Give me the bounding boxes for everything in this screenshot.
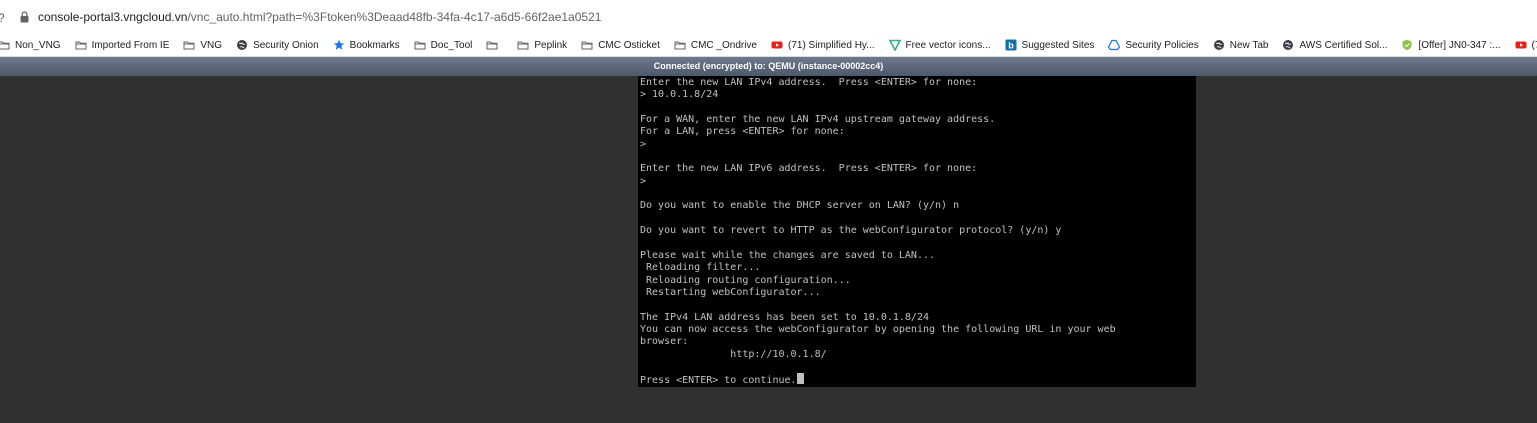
globe-icon: [1282, 39, 1294, 51]
console-line: browser:: [640, 336, 689, 348]
bookmark-label: (71) Simplified Hy...: [788, 39, 875, 51]
url-path: /vnc_auto.html?path=%3Ftoken%3Deaad48fb-…: [187, 10, 602, 24]
bing-icon: b: [1005, 39, 1017, 51]
bookmarks-bar: Non_VNG Imported From IE VNG Security Onion…: [0, 34, 1537, 57]
console-line: Reloading routing configuration...: [640, 274, 851, 286]
bookmark-label: Imported From IE: [91, 39, 170, 51]
bookmark-doc-tool[interactable]: Doc_Tool: [414, 39, 473, 51]
bookmark-label: AWS Certified Sol...: [1299, 39, 1388, 51]
bookmark-label: CMC Osticket: [598, 39, 660, 51]
console-line: >: [640, 138, 647, 150]
folder-icon: [486, 39, 498, 51]
shield-icon: [1401, 39, 1413, 51]
bookmark-security-onion[interactable]: Security Onion: [236, 39, 319, 51]
folder-icon: [581, 39, 593, 51]
tab-edge-glyph: ?: [0, 11, 5, 25]
console-line: The IPv4 LAN address has been set to 10.…: [640, 311, 929, 323]
svg-text:b: b: [1008, 41, 1014, 51]
console-output: Enter the new LAN IPv4 address. Press <E…: [638, 76, 1196, 387]
address-bar[interactable]: ? console-portal3.vngcloud.vn/vnc_auto.h…: [0, 0, 1537, 34]
bookmark-offer-jn0-347[interactable]: [Offer] JN0-347 :...: [1401, 39, 1501, 51]
folder-icon: [517, 39, 529, 51]
bookmark-label: Bookmarks: [349, 39, 400, 51]
vnc-status-bar: Connected (encrypted) to: QEMU (instance…: [0, 57, 1537, 76]
bookmark-imported-from-ie[interactable]: Imported From IE: [75, 39, 170, 51]
folder-icon: [414, 39, 426, 51]
console-line: Please wait while the changes are saved …: [640, 249, 936, 261]
url-text[interactable]: console-portal3.vngcloud.vn/vnc_auto.htm…: [38, 10, 601, 24]
console-line: > 10.0.1.8/24: [640, 89, 719, 101]
vector-icon: [888, 39, 901, 52]
drive-icon: [1108, 39, 1121, 51]
console-line: For a WAN, enter the new LAN IPv4 upstre…: [640, 114, 996, 126]
bookmark-label: [Offer] JN0-347 :...: [1418, 39, 1501, 51]
bookmark-label: Doc_Tool: [430, 39, 473, 51]
console-line: Do you want to revert to HTTP as the web…: [640, 225, 1062, 237]
bookmark-71-simplified-hy[interactable]: (71) Simplified Hy...: [771, 39, 875, 51]
console-line: Enter the new LAN IPv6 address. Press <E…: [640, 163, 978, 175]
bookmark-security-policies[interactable]: Security Policies: [1108, 39, 1199, 51]
bookmark-suggested-sites[interactable]: b Suggested Sites: [1005, 39, 1095, 51]
bookmark-label: Free vector icons...: [905, 39, 991, 51]
console-lines: Enter the new LAN IPv4 address. Press <E…: [640, 77, 1116, 360]
folder-icon: [183, 39, 195, 51]
folder-icon: [75, 39, 87, 51]
bookmark-non-vng[interactable]: Non_VNG: [0, 39, 61, 51]
bookmark-label: VNG: [200, 39, 223, 51]
bookmark-label: New Tab: [1229, 39, 1269, 51]
console-line: You can now access the webConfigurator b…: [640, 323, 1116, 335]
bookmark-cmc-osticket[interactable]: CMC Osticket: [581, 39, 660, 51]
bookmark-label: Security Onion: [253, 39, 319, 51]
console-line: For a LAN, press <ENTER> for none:: [640, 126, 845, 138]
star-icon: [333, 39, 345, 51]
bookmark-label: Security Policies: [1125, 39, 1199, 51]
bookmark-unnamed[interactable]: [486, 39, 503, 51]
folder-icon: [674, 39, 686, 51]
bookmark-new-tab[interactable]: New Tab: [1213, 39, 1269, 51]
console-prompt: Press <ENTER> to continue.: [640, 375, 797, 387]
bookmark-peplink[interactable]: Peplink: [517, 39, 567, 51]
bookmark-bookmarks[interactable]: Bookmarks: [333, 39, 400, 51]
url-host: console-portal3.vngcloud.vn: [38, 10, 188, 24]
bookmark-cmc-ondrive[interactable]: CMC _Ondrive: [674, 39, 757, 51]
globe-icon: [236, 39, 248, 51]
console-line: >: [640, 175, 647, 187]
console-line: Reloading filter...: [640, 262, 761, 274]
bookmark-free-vector-icons[interactable]: Free vector icons...: [888, 39, 991, 52]
bookmark-label: CMC _Ondrive: [690, 39, 757, 51]
console-line: Do you want to enable the DHCP server on…: [640, 200, 960, 212]
console-line: Restarting webConfigurator...: [640, 286, 821, 298]
youtube-icon: [771, 39, 783, 51]
console-line: Enter the new LAN IPv4 address. Press <E…: [640, 77, 978, 88]
text-cursor: [796, 373, 804, 385]
bookmark-label: Peplink: [534, 39, 568, 51]
bookmark-vng[interactable]: VNG: [183, 39, 222, 51]
bookmark-aws-certified-sol[interactable]: AWS Certified Sol...: [1282, 39, 1387, 51]
bookmark-label: (71) C: [1531, 39, 1537, 51]
bookmark-label: Suggested Sites: [1021, 39, 1095, 51]
folder-icon: [0, 39, 10, 51]
console-screen[interactable]: Enter the new LAN IPv4 address. Press <E…: [638, 76, 1196, 387]
youtube-icon: [1515, 39, 1527, 51]
globe-icon: [1213, 39, 1225, 51]
bookmark-label: Non_VNG: [15, 39, 61, 51]
bookmark-71-c[interactable]: (71) C: [1515, 39, 1537, 51]
console-line: http://10.0.1.8/: [640, 348, 827, 360]
lock-icon[interactable]: [20, 11, 29, 23]
